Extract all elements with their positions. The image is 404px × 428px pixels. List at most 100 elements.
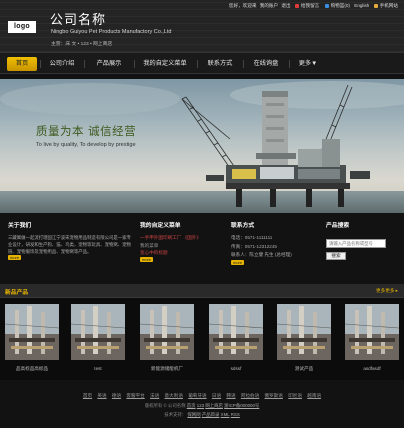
products-more-link[interactable]: 更多更多 ▸ (376, 288, 398, 294)
nav-divider (40, 60, 41, 68)
footer-link[interactable]: 法语 (150, 393, 159, 398)
footer-link[interactable]: 首页 (187, 403, 196, 408)
nav-contact[interactable]: 联系方式 (201, 57, 239, 71)
info-section: 关于我们 三藏寓做一起流打理固江宁波宋宠物用品制造有限公司是一家专业设计，研发和… (0, 220, 404, 280)
product-name[interactable]: test (68, 366, 128, 371)
nav-home[interactable]: 首页 (7, 57, 37, 71)
footer-link[interactable]: 123 (197, 403, 204, 408)
footer-link[interactable]: 保网网 (187, 412, 200, 417)
nav-divider (197, 60, 198, 68)
footer-link[interactable]: 意大利语 (165, 393, 183, 398)
page: logo 公司名称 Ningbo Guiyou Pet Products Man… (0, 0, 404, 428)
message-icon (294, 3, 299, 8)
contact-phone: 电话：0571-1111111 (231, 235, 273, 240)
nav-divider (84, 60, 85, 68)
contact-fax: 传真：0571-12312245 (231, 243, 277, 249)
product-image (140, 304, 194, 360)
custom-menu-more-button[interactable]: more (140, 256, 154, 262)
footer-link[interactable]: RSS (231, 412, 240, 417)
mobile-site-link[interactable]: 手机网站 (373, 3, 399, 8)
product-search-input[interactable] (326, 239, 386, 248)
product-name[interactable]: 测试产品 (274, 366, 334, 372)
footer-link[interactable]: 日语 (212, 393, 221, 398)
footer-link[interactable]: 俄罗斯语 (265, 393, 283, 398)
cart-link[interactable]: 购物篮(0) (324, 3, 351, 8)
footer-link[interactable]: 英语 (97, 393, 106, 398)
about-more-button[interactable]: more (8, 255, 22, 260)
product-image (71, 304, 125, 360)
footer-tech-support: 技术支持： 保网网 产品目录 XML RSS (164, 412, 240, 417)
about-section: 关于我们 三藏寓做一起流打理固江宁波宋宠物用品制造有限公司是一家专业设计，研发和… (8, 220, 132, 280)
mobile-icon (373, 3, 378, 8)
product-name[interactable]: 新能源储能机厂 (137, 366, 197, 372)
product-thumbnail[interactable] (5, 304, 59, 360)
nav-products[interactable]: 产品展示 (88, 57, 130, 71)
contact-person: 联系人：陈立健 先生 (总经理) (231, 252, 292, 257)
company-name: 公司名称 (50, 13, 107, 28)
custom-menu-section: 我的自定义菜单 一手申外国印刷工厂 《国外》 我的菜单 宽心中的标题 more (140, 220, 224, 280)
products-strip: 品高标品高标品 test 新能源储能机厂 sdssf 测试产品 asdfasdf (0, 298, 404, 380)
contact-section: 联系方式 电话：0571-1111111 传真：0571-12312245 联系… (231, 220, 319, 280)
footer-link[interactable]: XML (221, 412, 230, 417)
logout-link[interactable]: 退出 (281, 3, 290, 8)
product-image (209, 304, 263, 360)
product-thumbnail[interactable] (140, 304, 194, 360)
footer-link[interactable]: 网上商店 (205, 403, 223, 408)
contact-more-button[interactable]: more (231, 259, 245, 265)
footer-link[interactable]: 印尼语 (288, 393, 302, 398)
custom-menu-link[interactable]: 一手申外国印刷工厂 《国外》 (140, 234, 224, 242)
product-thumbnail[interactable] (345, 304, 399, 360)
product-image (5, 304, 59, 360)
nav-divider (134, 60, 135, 68)
search-title: 产品搜索 (326, 223, 350, 229)
search-button[interactable]: 搜索 (326, 252, 346, 260)
product-name[interactable]: asdfasdf (342, 366, 402, 371)
banner-slogan: 质量为本 诚信经营 (36, 124, 137, 138)
footer-link[interactable]: 浙ICP备000000号 (224, 403, 259, 408)
product-thumbnail[interactable] (209, 304, 263, 360)
product-image (345, 304, 399, 360)
my-account-link[interactable]: 我的账户 (260, 3, 278, 8)
nav-divider (289, 60, 290, 68)
product-thumbnail[interactable] (71, 304, 125, 360)
custom-menu-title: 我的自定义菜单 (140, 223, 181, 229)
product-thumbnail[interactable] (277, 304, 331, 360)
nav-divider (243, 60, 244, 68)
nav-custom-menu[interactable]: 我的自定义菜单 (137, 57, 193, 71)
products-title: 新品产品 (5, 290, 29, 296)
cart-icon (324, 3, 329, 8)
company-name-english: Ningbo Guiyou Pet Products Manufactory C… (51, 29, 172, 35)
footer-link[interactable]: 客服平台 (126, 393, 144, 398)
footer-link[interactable]: 越南语 (307, 393, 321, 398)
products-header: 新品产品 更多更多 ▸ (0, 284, 404, 298)
footer-link[interactable]: 葡萄牙语 (188, 393, 206, 398)
footer-link[interactable]: 阿拉伯语 (241, 393, 259, 398)
english-link[interactable]: English (354, 3, 369, 8)
site-logo[interactable]: logo (8, 21, 36, 33)
product-name[interactable]: sdssf (206, 366, 266, 371)
nav-inquiry[interactable]: 在线询盘 (247, 57, 285, 71)
nav-more[interactable]: 更多▼ (293, 57, 323, 71)
footer-copyright: 版权所有 © 公司名称 首页 123 网上商店 浙ICP备000000号 (144, 403, 260, 408)
header: logo 公司名称 Ningbo Guiyou Pet Products Man… (0, 0, 404, 52)
product-name[interactable]: 品高标品高标品 (2, 366, 62, 372)
top-links: 您好，欢迎来 我的账户 退出 给我留言 购物篮(0) English 手机网站 (228, 3, 400, 9)
footer-link[interactable]: 产品目录 (202, 412, 220, 417)
main-products-line: 主营：床 文 • 123 • 网上商店 (51, 42, 113, 47)
custom-menu-link[interactable]: 宽心中的标题 (140, 249, 224, 257)
custom-menu-link[interactable]: 我的菜单 (140, 242, 224, 250)
hero-banner[interactable]: 质量为本 诚信经营 To live by quality, To develop… (0, 79, 404, 213)
search-section: 产品搜索 搜索 (326, 220, 398, 280)
about-title: 关于我们 (8, 223, 32, 229)
about-text: 三藏寓做一起流打理固江宁波宋宠物用品制造有限公司是一家专业设计，研发和生产狗、猫… (8, 235, 131, 254)
banner-slogan-english: To live by quality, To develop by presti… (36, 142, 136, 148)
footer-link[interactable]: 韩语 (226, 393, 235, 398)
contact-title: 联系方式 (231, 223, 255, 229)
nav-about[interactable]: 公司介绍 (44, 57, 80, 71)
footer-link[interactable]: 德语 (112, 393, 121, 398)
footer: 首页 英语 德语 客服平台 法语 意大利语 葡萄牙语 日语 韩语 阿拉伯语 俄罗… (0, 384, 404, 428)
product-image (277, 304, 331, 360)
footer-link[interactable]: 首页 (83, 393, 92, 398)
welcome-text: 您好，欢迎来 (228, 3, 257, 8)
message-link[interactable]: 给我留言 (294, 3, 320, 8)
